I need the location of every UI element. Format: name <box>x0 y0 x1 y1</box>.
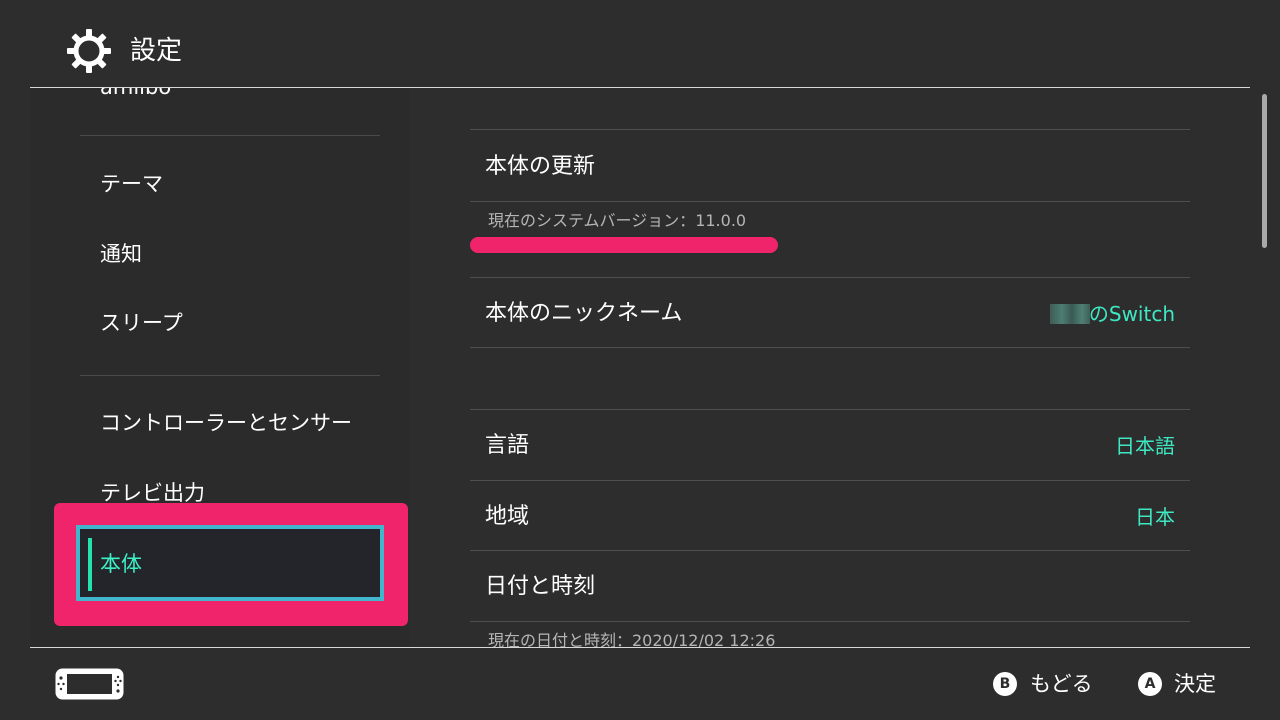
b-button-icon[interactable]: B <box>993 672 1017 696</box>
switch-console-icon <box>55 668 124 700</box>
a-button-icon[interactable]: A <box>1138 672 1162 696</box>
row-divider <box>470 129 1190 130</box>
row-divider <box>470 201 1190 202</box>
row-divider <box>470 621 1190 622</box>
console-nickname-item[interactable]: 本体のニックネーム <box>485 298 682 330</box>
language-value: 日本語 <box>1115 434 1175 458</box>
sidebar-item-amiibo[interactable]: amiibo <box>100 88 171 102</box>
region-item[interactable]: 地域 <box>485 501 529 533</box>
sidebar-divider <box>80 375 380 376</box>
language-item[interactable]: 言語 <box>485 430 529 462</box>
ok-button[interactable]: 決定 <box>1174 669 1216 699</box>
sidebar-item-sleep[interactable]: スリープ <box>100 308 183 338</box>
row-divider <box>470 347 1190 348</box>
system-version-text: 現在のシステムバージョン：11.0.0 <box>488 211 747 230</box>
row-divider <box>470 550 1190 551</box>
annotation-underline <box>470 237 778 253</box>
header: 設定 <box>0 0 1280 88</box>
gear-icon <box>67 29 111 73</box>
footer: B もどる A 決定 <box>0 648 1280 720</box>
sidebar-item-system-label: 本体 <box>100 552 142 576</box>
sidebar-item-controllers[interactable]: コントローラーとセンサー <box>100 408 352 438</box>
scrollbar[interactable] <box>1262 94 1267 248</box>
sidebar-item-theme[interactable]: テーマ <box>100 169 163 199</box>
main-panel: 本体の更新 現在のシステムバージョン：11.0.0 本体のニックネーム のSwi… <box>410 88 1280 647</box>
row-divider <box>470 480 1190 481</box>
sidebar-item-notifications[interactable]: 通知 <box>100 239 142 269</box>
console-nickname-value: のSwitch <box>1088 302 1175 326</box>
row-divider <box>470 277 1190 278</box>
content-area: amiibo テーマ 通知 スリープ コントローラーとセンサー テレビ出力 本体… <box>0 88 1280 647</box>
region-value: 日本 <box>1135 505 1175 529</box>
sidebar: amiibo テーマ 通知 スリープ コントローラーとセンサー テレビ出力 本体 <box>30 88 410 647</box>
system-update-item[interactable]: 本体の更新 <box>485 151 595 183</box>
date-time-item[interactable]: 日付と時刻 <box>485 571 595 603</box>
blurred-name <box>1050 304 1090 324</box>
selection-indicator <box>88 538 92 591</box>
sidebar-divider <box>80 135 380 136</box>
page-title: 設定 <box>130 36 183 66</box>
back-button[interactable]: もどる <box>1030 669 1093 699</box>
current-date-time-text: 現在の日付と時刻：2020/12/02 12:26 <box>488 631 776 647</box>
row-divider <box>470 409 1190 410</box>
